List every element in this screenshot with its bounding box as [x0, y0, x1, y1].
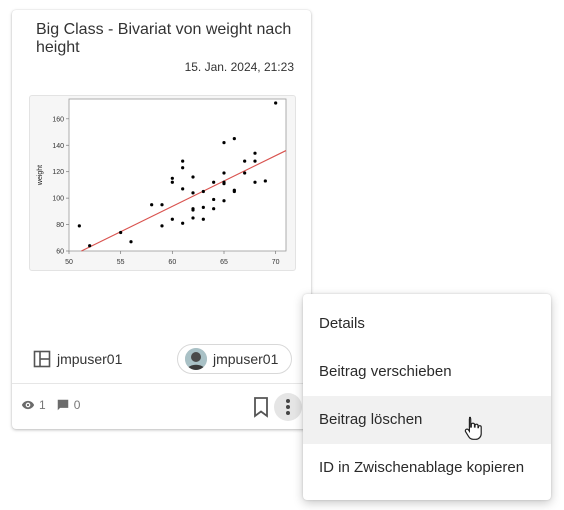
user-chip-label: jmpuser01 — [213, 351, 279, 367]
data-point — [170, 176, 174, 180]
x-tick-label: 50 — [65, 259, 73, 266]
user-avatar-icon — [185, 348, 207, 370]
data-point — [170, 180, 174, 184]
x-tick-label: 70 — [272, 259, 280, 266]
data-point — [170, 217, 174, 221]
data-point — [222, 171, 226, 175]
menu-item-details[interactable]: Details — [303, 300, 551, 348]
data-point — [129, 240, 133, 244]
data-point — [201, 217, 205, 221]
data-point — [181, 166, 185, 170]
chart-thumbnail[interactable]: 50 55 60 65 70 60 80 100 120 140 160 weight — [29, 95, 296, 271]
y-tick-label: 120 — [52, 169, 64, 176]
data-point — [263, 179, 267, 183]
post-card[interactable]: Big Class - Bivariat von weight nach hei… — [12, 10, 311, 429]
data-point — [243, 159, 247, 163]
view-count: 1 — [39, 398, 46, 412]
data-point — [150, 203, 154, 207]
owner-row: jmpuser01 — [33, 347, 122, 371]
user-chip[interactable]: jmpuser01 — [177, 344, 292, 374]
y-tick-label: 100 — [52, 196, 64, 203]
y-tick-label: 60 — [56, 249, 64, 256]
data-point — [253, 180, 257, 184]
menu-item-move-post[interactable]: Beitrag verschieben — [303, 348, 551, 396]
divider — [12, 383, 311, 384]
data-point — [243, 171, 247, 175]
y-tick-label: 140 — [52, 143, 64, 150]
data-point — [222, 141, 226, 145]
y-axis-label: weight — [37, 165, 44, 186]
data-point — [160, 203, 164, 207]
data-point — [212, 207, 216, 211]
x-tick-label: 65 — [220, 259, 228, 266]
y-tick-label: 80 — [56, 222, 64, 229]
comment-icon — [57, 399, 68, 411]
data-point — [201, 189, 205, 194]
data-point — [77, 224, 81, 228]
data-point — [253, 159, 257, 163]
data-point — [119, 230, 123, 235]
y-tick-label: 160 — [52, 116, 64, 123]
data-point — [222, 180, 226, 184]
data-point — [191, 216, 195, 220]
avatar — [185, 348, 207, 370]
data-point — [191, 191, 195, 195]
x-tick-label: 55 — [117, 259, 125, 266]
data-point — [181, 221, 185, 225]
bookmark-icon[interactable] — [252, 396, 270, 418]
layout-grid-icon — [33, 350, 51, 368]
data-point — [191, 207, 195, 211]
data-point — [274, 101, 278, 105]
comment-count: 0 — [73, 398, 81, 412]
data-point — [212, 197, 216, 202]
data-point — [181, 187, 185, 191]
scatter-chart: 50 55 60 65 70 60 80 100 120 140 160 weight — [37, 98, 287, 266]
context-menu: Details Beitrag verschieben Beitrag lösc… — [303, 294, 551, 500]
card-stats: 1 0 — [21, 398, 90, 412]
menu-item-delete-post[interactable]: Beitrag löschen — [303, 396, 551, 444]
menu-item-copy-id[interactable]: ID in Zwischenablage kopieren — [303, 444, 551, 492]
data-point — [191, 175, 195, 179]
card-date: 15. Jan. 2024, 21:23 — [184, 60, 294, 74]
more-options-button[interactable] — [274, 393, 302, 421]
eye-icon — [21, 400, 35, 410]
card-title[interactable]: Big Class - Bivariat von weight nach hei… — [36, 21, 296, 57]
more-vertical-icon — [286, 399, 290, 415]
data-point — [88, 244, 92, 248]
data-point — [232, 137, 236, 141]
data-point — [222, 199, 226, 203]
data-point — [201, 205, 205, 209]
x-tick-label: 60 — [168, 259, 176, 266]
data-point — [232, 188, 236, 192]
data-point — [253, 151, 257, 155]
owner-name: jmpuser01 — [57, 351, 123, 367]
plot-area — [68, 98, 287, 252]
data-point — [181, 159, 185, 163]
data-point — [212, 180, 216, 184]
data-point — [160, 224, 164, 228]
